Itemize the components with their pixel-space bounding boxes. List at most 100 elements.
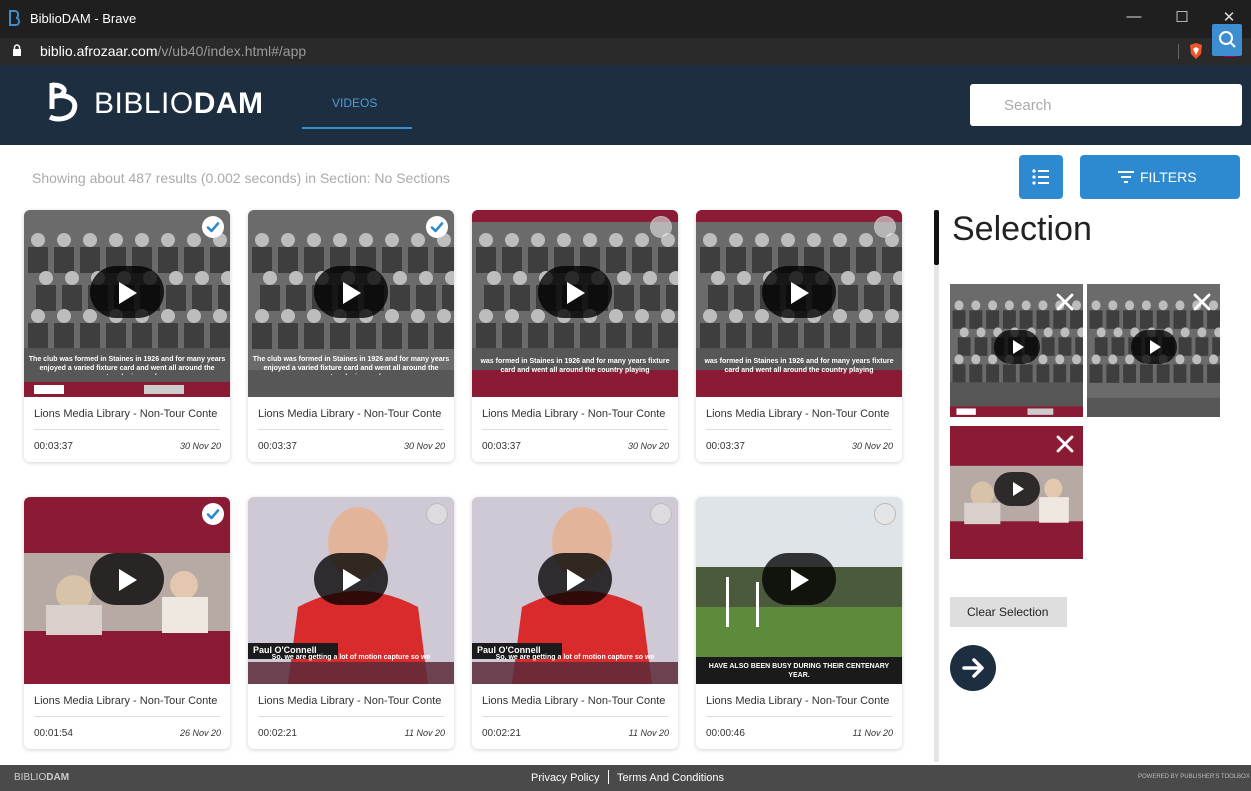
video-title[interactable]: Lions Media Library - Non-Tour Conte [258,695,448,707]
selected-item[interactable] [950,284,1083,417]
video-date: 11 Nov 20 [404,728,445,738]
filter-icon [1118,171,1134,183]
brave-shield-icon[interactable] [1188,42,1204,60]
active-tab-indicator [302,127,412,129]
footer-logo: BIBLIODAM [14,772,70,783]
clear-selection-button[interactable]: Clear Selection [950,597,1067,627]
select-toggle[interactable] [874,216,896,238]
video-card[interactable]: was formed in Staines in 1926 and for ma… [696,210,902,462]
video-card[interactable]: So, we are getting a lot of motion captu… [248,497,454,749]
next-button[interactable] [950,645,996,691]
nav-tab-videos[interactable]: VIDEOS [332,96,377,110]
card-divider [706,716,892,717]
card-divider [706,429,892,430]
filters-button[interactable]: FILTERS [1080,155,1240,199]
list-view-button[interactable] [1019,155,1063,199]
url-text[interactable]: biblio.afrozaar.com/v/ub40/index.html#/a… [40,43,306,59]
play-icon [567,282,585,304]
search-icon [1219,31,1236,48]
selected-item[interactable] [950,426,1083,559]
video-date: 11 Nov 20 [628,728,669,738]
thumbnail-caption: was formed in Staines in 1926 and for ma… [480,358,670,374]
play-button[interactable] [314,553,388,605]
play-icon [1013,340,1024,354]
terms-link[interactable]: Terms And Conditions [617,772,724,784]
selection-scrollbar-track[interactable] [934,210,939,762]
window-title: BiblioDAM - Brave [30,11,137,26]
check-icon [206,222,220,233]
select-toggle[interactable] [874,503,896,525]
privacy-policy-link[interactable]: Privacy Policy [531,772,599,784]
video-date: 30 Nov 20 [403,441,445,451]
search-input[interactable] [970,84,1210,126]
video-title[interactable]: Lions Media Library - Non-Tour Conte [706,695,896,707]
video-card[interactable]: Lions Media Library - Non-Tour Conte 00:0… [24,497,230,749]
remove-item-icon[interactable] [1192,292,1212,312]
video-card[interactable]: The club was formed in Staines in 1926 a… [24,210,230,462]
selected-check-icon[interactable] [426,216,448,238]
play-button[interactable] [538,553,612,605]
video-thumbnail[interactable]: So, we are getting a lot of motion captu… [472,497,678,684]
video-duration: 00:02:21 [258,728,297,739]
play-button[interactable] [90,266,164,318]
play-button[interactable] [90,553,164,605]
selection-scrollbar-thumb[interactable] [934,210,939,265]
video-duration: 00:03:37 [706,441,745,452]
bibliodam-logo-icon [9,10,20,26]
video-thumbnail[interactable]: was formed in Staines in 1926 and for ma… [696,210,902,397]
play-button[interactable] [762,553,836,605]
card-divider [34,429,220,430]
check-icon [430,222,444,233]
play-button[interactable] [538,266,612,318]
video-duration: 00:03:37 [34,441,73,452]
video-duration: 00:00:46 [706,728,745,739]
select-toggle[interactable] [650,503,672,525]
remove-item-icon[interactable] [1055,434,1075,454]
video-duration: 00:03:37 [258,441,297,452]
video-title[interactable]: Lions Media Library - Non-Tour Conte [482,408,672,420]
video-date: 30 Nov 20 [627,441,669,451]
video-card[interactable]: So, we are getting a lot of motion captu… [472,497,678,749]
powered-by-logo: POWERED BY PUBLISHER'S TOOLBOX [1138,774,1250,780]
video-title[interactable]: Lions Media Library - Non-Tour Conte [706,408,896,420]
video-title[interactable]: Lions Media Library - Non-Tour Conte [482,695,672,707]
video-thumbnail[interactable] [24,497,230,684]
video-card[interactable]: HAVE ALSO BEEN BUSY DURING THEIR CENTENA… [696,497,902,749]
maximize-icon[interactable]: ☐ [1172,8,1192,26]
selected-check-icon[interactable] [202,503,224,525]
card-divider [258,429,444,430]
video-card[interactable]: The club was formed in Staines in 1926 a… [248,210,454,462]
card-divider [258,716,444,717]
video-thumbnail[interactable]: The club was formed in Staines in 1926 a… [24,210,230,397]
play-button[interactable] [762,266,836,318]
video-thumbnail[interactable]: HAVE ALSO BEEN BUSY DURING THEIR CENTENA… [696,497,902,684]
video-title[interactable]: Lions Media Library - Non-Tour Conte [258,408,448,420]
card-divider [482,429,668,430]
play-button[interactable] [1131,330,1177,364]
play-button[interactable] [314,266,388,318]
minimize-icon[interactable]: — [1124,8,1144,25]
video-title[interactable]: Lions Media Library - Non-Tour Conte [34,408,224,420]
video-thumbnail[interactable]: So, we are getting a lot of motion captu… [248,497,454,684]
remove-item-icon[interactable] [1055,292,1075,312]
arrow-right-icon [962,658,984,678]
address-bar[interactable]: biblio.afrozaar.com/v/ub40/index.html#/a… [0,38,1251,65]
play-button[interactable] [994,472,1040,506]
card-divider [482,716,668,717]
video-thumbnail[interactable]: was formed in Staines in 1926 and for ma… [472,210,678,397]
selected-item[interactable] [1087,284,1220,417]
lock-icon [13,44,21,56]
play-icon [791,569,809,591]
play-icon [1150,340,1161,354]
select-toggle[interactable] [650,216,672,238]
play-button[interactable] [994,330,1040,364]
thumbnail-caption: HAVE ALSO BEEN BUSY DURING THEIR CENTENA… [708,663,890,679]
video-duration: 00:02:21 [482,728,521,739]
video-card[interactable]: was formed in Staines in 1926 and for ma… [472,210,678,462]
search-button[interactable] [1212,24,1242,56]
select-toggle[interactable] [426,503,448,525]
video-thumbnail[interactable]: The club was formed in Staines in 1926 a… [248,210,454,397]
selected-check-icon[interactable] [202,216,224,238]
video-title[interactable]: Lions Media Library - Non-Tour Conte [34,695,224,707]
play-icon [1013,482,1024,496]
